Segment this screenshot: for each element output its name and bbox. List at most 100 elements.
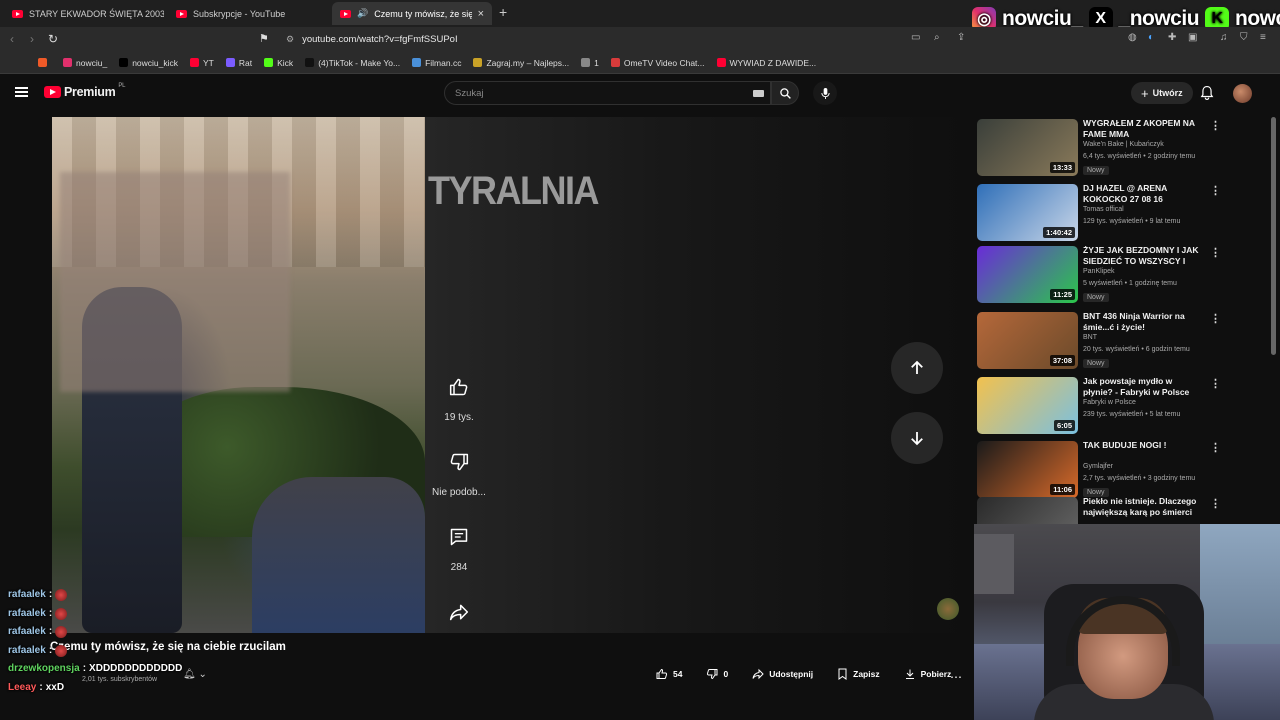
back-icon[interactable]: ‹ [10, 32, 14, 46]
url-field[interactable]: ⚙ youtube.com/watch?v=fgFmfSSUPoI [278, 30, 998, 49]
comments-action[interactable]: 284 [431, 517, 487, 573]
keyboard-icon[interactable] [753, 90, 764, 97]
bookmark-item[interactable]: nowciu_ [63, 58, 107, 68]
shorts-video-frame[interactable] [52, 117, 425, 633]
shorts-player-area: TYRALNIA 19 tys. Nie podob... 284 [0, 114, 966, 634]
video-thumbnail[interactable]: 11:25 [977, 246, 1078, 303]
cast-icon[interactable]: ▭ [911, 32, 920, 43]
share-button[interactable] [439, 592, 479, 632]
video-thumbnail[interactable]: 37:08 [977, 312, 1078, 369]
bookmark-item[interactable]: Kick [264, 58, 293, 68]
webcam-window [1200, 524, 1280, 644]
extensions-puzzle-icon[interactable]: ✚ [1168, 32, 1176, 43]
recommendation-title[interactable]: Jak powstaje mydło w płynie? - Fabryki w… [1083, 376, 1203, 398]
more-options-icon[interactable]: ⋮ [1210, 312, 1221, 325]
share-page-icon[interactable]: ⇪ [957, 32, 965, 43]
youtube-favicon-icon [12, 9, 23, 18]
forward-icon[interactable]: › [30, 32, 34, 46]
bookmark-item[interactable] [38, 58, 51, 67]
previous-short-button[interactable] [891, 342, 943, 394]
share-action[interactable] [431, 592, 487, 632]
tab-subskrypcje[interactable]: Subskrypcje - YouTube [168, 2, 328, 25]
bookmark-item[interactable]: 1 [581, 58, 599, 68]
like-action[interactable]: 19 tys. [431, 367, 487, 423]
dislike-action[interactable]: Nie podob... [431, 442, 487, 498]
recommendation-item[interactable]: 37:08 BNT 436 Ninja Warrior na śmie...ć i… [977, 310, 1277, 372]
like-button[interactable] [439, 367, 479, 407]
recommendation-channel[interactable]: Wake'n Bake | Kubańczyk [1083, 141, 1213, 148]
youtube-premium-logo[interactable]: Premium PL [44, 83, 125, 99]
next-short-button[interactable] [891, 412, 943, 464]
bookmark-item[interactable]: Rat [225, 58, 252, 68]
tab-current-video[interactable]: 🔊 Czemu ty mówisz, że się na ci × [332, 2, 492, 25]
new-tab-button[interactable]: + [499, 4, 507, 20]
share-pill-button[interactable]: Udostępnij [744, 664, 821, 683]
share-label: Udostępnij [769, 668, 814, 679]
dislike-pill-button[interactable]: 0 [698, 664, 736, 683]
bookmark-item[interactable]: (4)TikTok - Make Yo... [305, 58, 400, 68]
bookmark-item[interactable]: OmeTV Video Chat... [610, 58, 705, 68]
bookmark-item[interactable]: WYWIAD Z DAWIDE... [716, 58, 816, 68]
recommendation-channel[interactable]: Tomas offical [1083, 206, 1213, 213]
recommendation-title[interactable]: Piekło nie istnieje. Dlaczego największą… [1083, 496, 1203, 518]
save-pill-button[interactable]: Zapisz [829, 664, 887, 683]
video-thumbnail[interactable]: 13:33 [977, 119, 1078, 176]
bookmark-item[interactable]: Filman.cc [412, 58, 461, 68]
more-options-icon[interactable]: ⋮ [1210, 497, 1221, 510]
more-options-icon[interactable]: ⋮ [1210, 377, 1221, 390]
menu-icon[interactable]: ≡ [1260, 32, 1266, 43]
search-button[interactable] [771, 81, 799, 105]
bookmark-page-icon[interactable]: ⚑ [259, 32, 269, 45]
recommendation-item[interactable]: 11:06 TAK BUDUJE NOGI ! Gymlajfer 2,7 tys. … [977, 439, 1277, 501]
more-options-icon[interactable]: ⋮ [1210, 246, 1221, 259]
recommendation-title[interactable]: ŻYJE JAK BEZDOMNY I JAK SIEDZIEĆ TO WSZY… [1083, 245, 1203, 267]
recommendation-title[interactable]: BNT 436 Ninja Warrior na śmie...ć i życi… [1083, 311, 1203, 333]
account-avatar[interactable] [1233, 84, 1252, 103]
recommendation-title[interactable]: DJ HAZEL @ ARENA KOKOCKO 27 08 16 [1083, 183, 1203, 205]
comments-button[interactable] [439, 517, 479, 557]
site-info-icon[interactable]: ⚙ [286, 34, 294, 45]
reload-icon[interactable]: ↻ [48, 32, 58, 46]
more-options-icon[interactable]: ⋮ [1210, 441, 1221, 454]
bookmark-favicon-icon [225, 58, 235, 67]
recommendation-channel[interactable]: Gymlajfer [1083, 463, 1213, 470]
recommendation-channel[interactable]: BNT [1083, 334, 1213, 341]
more-actions-icon[interactable]: ⋯ [950, 670, 962, 684]
recommendation-item[interactable]: 1:40:42 DJ HAZEL @ ARENA KOKOCKO 27 08 16… [977, 182, 1277, 244]
recommendation-item[interactable]: 13:33 WYGRAŁEM Z AKOPEM NA FAME MMA Wake'n… [977, 117, 1277, 179]
recommendation-item[interactable]: 6:05 Jak powstaje mydło w płynie? - Fabry… [977, 375, 1277, 437]
voice-search-button[interactable] [813, 81, 837, 105]
music-icon[interactable]: ♫ [1220, 32, 1228, 43]
bookmark-item[interactable]: YT [190, 58, 214, 68]
video-actions: 54 0 Udostępnij Zapisz Pobierz [648, 664, 959, 683]
youtube-header: Premium PL + Utwórz [0, 74, 1280, 114]
channel-mini-avatar[interactable] [937, 598, 959, 620]
recommendation-channel[interactable]: PanKlipek [1083, 268, 1213, 275]
extension-icon[interactable]: ◐ [1148, 32, 1154, 43]
bookmark-favicon-icon [610, 58, 620, 67]
close-tab-icon[interactable]: × [478, 8, 484, 20]
extension-icon[interactable]: ◍ [1128, 32, 1137, 43]
video-thumbnail[interactable]: 6:05 [977, 377, 1078, 434]
hamburger-menu-icon[interactable] [15, 87, 28, 97]
like-pill-button[interactable]: 54 [648, 664, 690, 683]
dislike-button[interactable] [439, 442, 479, 482]
recommendation-title[interactable]: WYGRAŁEM Z AKOPEM NA FAME MMA [1083, 118, 1203, 140]
notifications-button[interactable] [1200, 85, 1214, 106]
chat-separator: : [48, 626, 53, 637]
sidebar-icon[interactable]: ▣ [1188, 32, 1197, 43]
video-thumbnail[interactable]: 1:40:42 [977, 184, 1078, 241]
recommendation-channel[interactable]: Fabryki w Polsce [1083, 399, 1213, 406]
recommendation-title[interactable]: TAK BUDUJE NOGI ! [1083, 440, 1203, 451]
more-options-icon[interactable]: ⋮ [1210, 184, 1221, 197]
zoom-icon[interactable]: ⌕ [934, 32, 940, 43]
create-button[interactable]: + Utwórz [1131, 82, 1193, 104]
search-input[interactable] [445, 82, 735, 104]
bookmark-item[interactable]: nowciu_kick [119, 58, 178, 68]
more-options-icon[interactable]: ⋮ [1210, 119, 1221, 132]
video-thumbnail[interactable]: 11:06 [977, 441, 1078, 498]
shield-icon[interactable]: ⛉ [1240, 32, 1248, 43]
tab-stary-ekwador[interactable]: STARY EKWADOR ŚWIĘTA 2003 [4, 2, 164, 25]
bookmark-item[interactable]: Zagraj.my – Najleps... [473, 58, 569, 68]
recommendation-item[interactable]: 11:25 ŻYJE JAK BEZDOMNY I JAK SIEDZIEĆ TO… [977, 244, 1277, 306]
